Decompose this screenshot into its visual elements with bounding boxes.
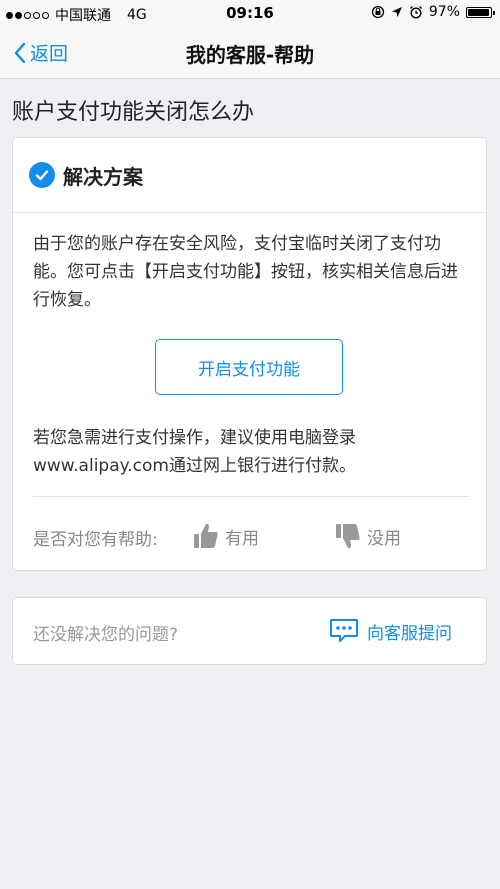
- chat-bubble-icon: [330, 619, 358, 642]
- thumbs-down-icon: [336, 524, 360, 549]
- thumbs-up-icon: [194, 523, 218, 548]
- useful-button[interactable]: 有用: [193, 522, 259, 550]
- location-icon: [391, 7, 402, 17]
- useless-button[interactable]: 没用: [335, 522, 401, 550]
- solution-paragraph-2: 若您急需进行支付操作，建议使用电脑登录www.alipay.com通过网上银行进…: [33, 428, 356, 476]
- useful-label: 有用: [225, 528, 259, 549]
- feedback-label: 是否对您有帮助:: [33, 530, 158, 550]
- ask-service-label: 向客服提问: [367, 623, 452, 644]
- ask-service-button[interactable]: 向客服提问: [329, 618, 452, 644]
- enable-payment-button[interactable]: 开启支付功能: [155, 339, 343, 395]
- divider: [33, 496, 470, 497]
- unresolved-question: 还没解决您的问题?: [33, 625, 179, 645]
- solution-paragraph-1: 由于您的账户存在安全风险，支付宝临时关闭了支付功能。您可点击【开启支付功能】按钮…: [33, 234, 458, 310]
- help-card: 还没解决您的问题? 向客服提问: [12, 597, 487, 665]
- alarm-icon: [409, 6, 422, 19]
- check-circle-icon: [29, 162, 55, 188]
- solution-title: 解决方案: [63, 164, 143, 189]
- status-right: 97%: [371, 4, 495, 20]
- page-title: 我的客服-帮助: [185, 43, 315, 67]
- question-heading: 账户支付功能关闭怎么办: [12, 100, 255, 125]
- feedback-row: 是否对您有帮助: 有用 没用: [33, 522, 473, 552]
- battery-percent: 97%: [428, 4, 460, 20]
- solution-header: 解决方案: [13, 138, 486, 213]
- solution-card: 解决方案 由于您的账户存在安全风险，支付宝临时关闭了支付功能。您可点击【开启支付…: [12, 137, 487, 571]
- nav-bar: 返回 我的客服-帮助: [0, 27, 500, 79]
- battery-icon: [466, 6, 495, 18]
- status-bar: 中国联通 4G 09:16 97%: [0, 0, 500, 27]
- lock-rotation-icon: [371, 5, 385, 19]
- useless-label: 没用: [367, 528, 401, 549]
